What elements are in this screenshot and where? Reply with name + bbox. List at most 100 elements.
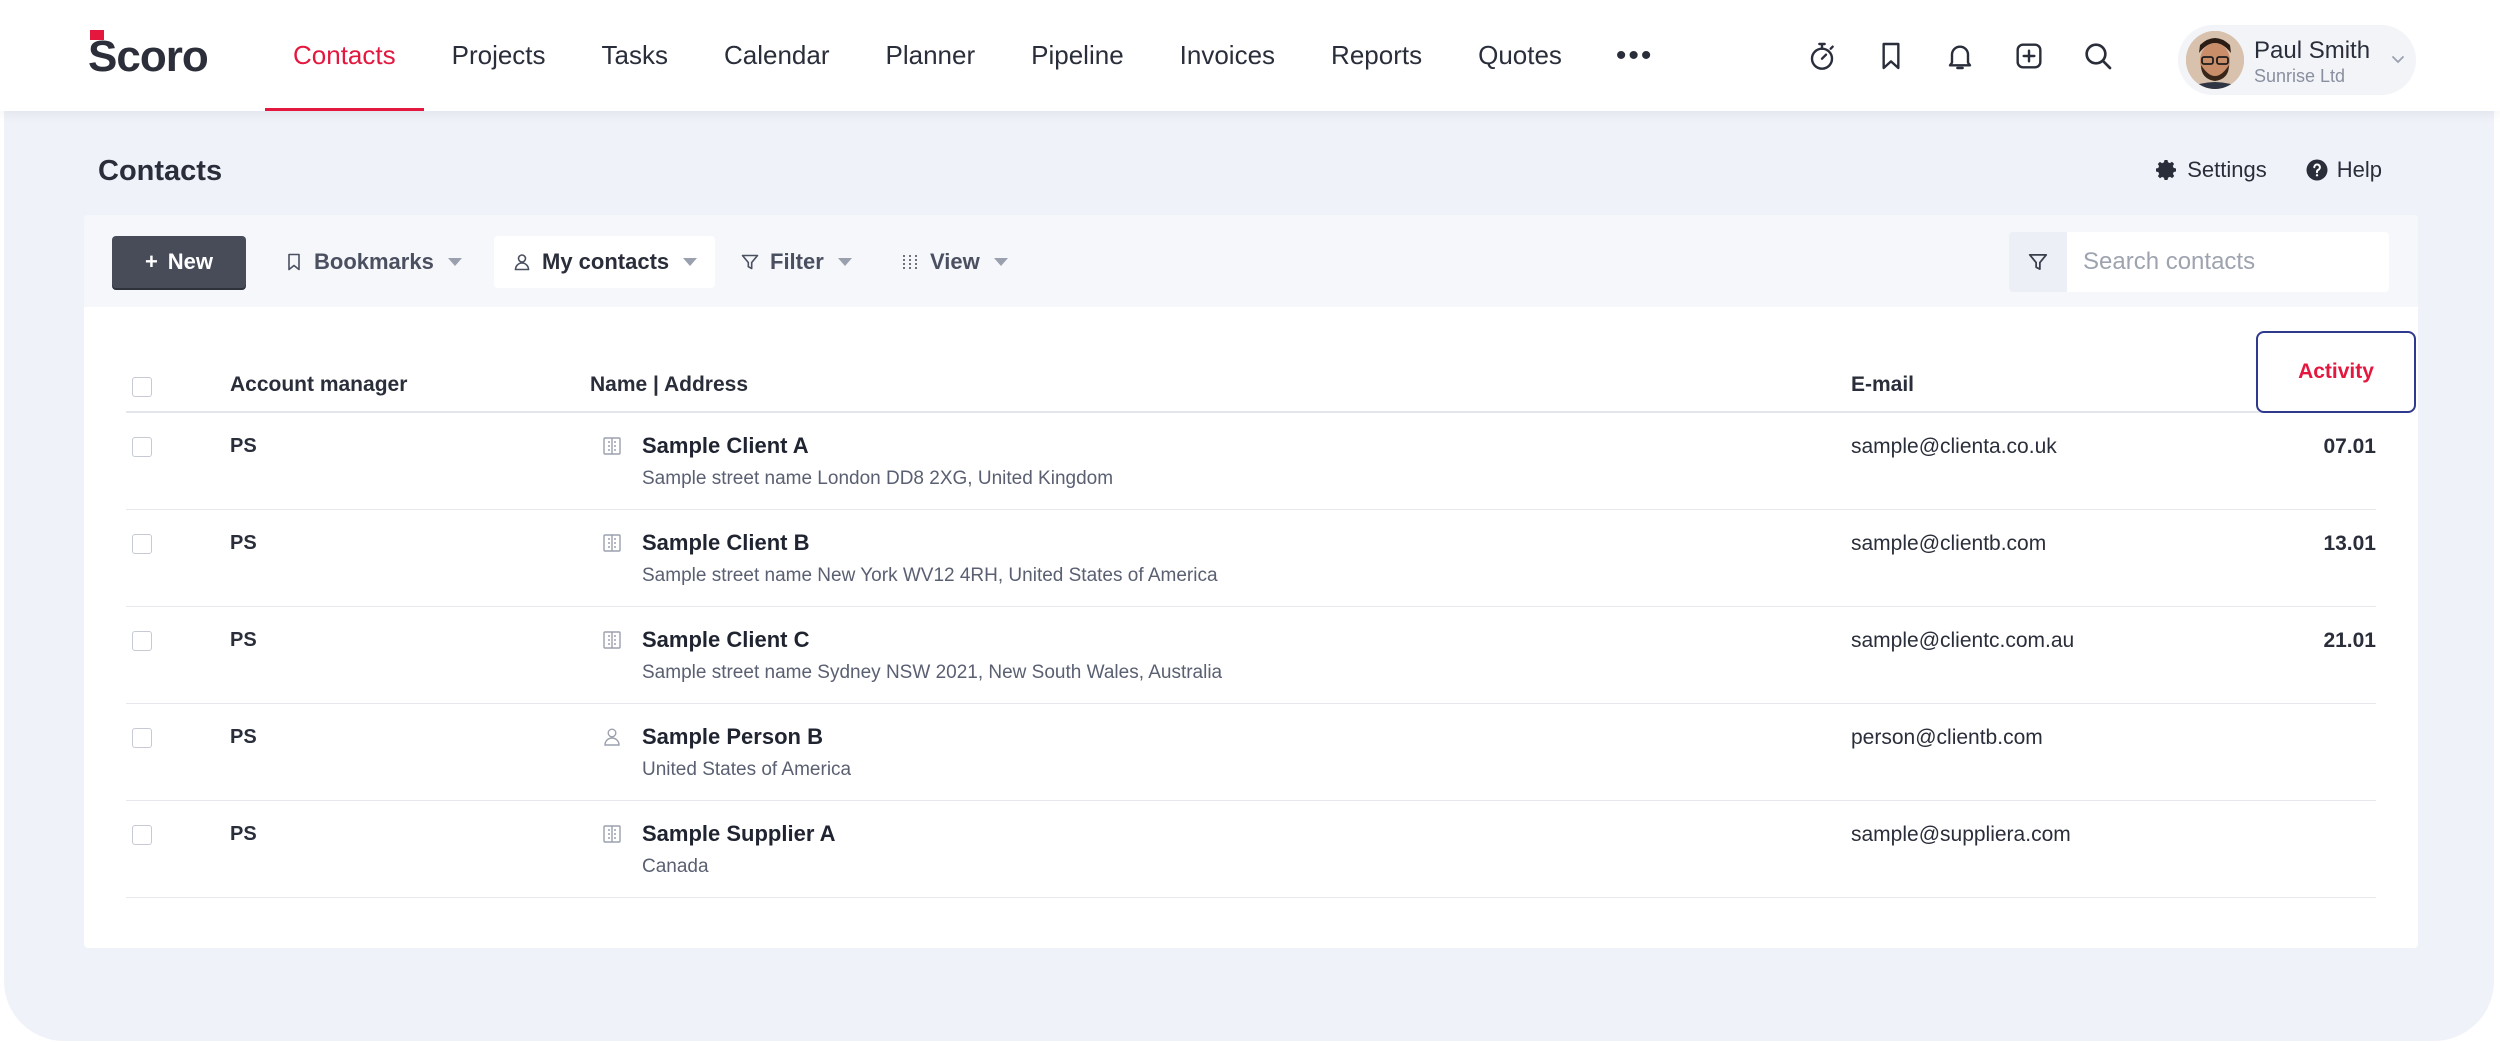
- bookmark-icon: [288, 253, 300, 271]
- nav-item-pipeline[interactable]: Pipeline: [1003, 0, 1152, 111]
- nav-item-label: Reports: [1331, 40, 1423, 70]
- contact-email[interactable]: sample@clientb.com: [1851, 532, 2046, 556]
- gear-icon: [2156, 160, 2177, 180]
- bookmarks-label: Bookmarks: [314, 249, 434, 274]
- row-checkbox[interactable]: [132, 631, 152, 651]
- row-checkbox[interactable]: [132, 534, 152, 554]
- column-header-activity-highlight[interactable]: Activity: [2256, 331, 2416, 413]
- user-company: Sunrise Ltd: [2254, 66, 2346, 86]
- timer-icon[interactable]: [1800, 34, 1844, 78]
- list-toolbar: + New Bookmarks My contacts Filter View …: [84, 215, 2418, 307]
- my-contacts-label: My contacts: [542, 249, 670, 274]
- person-icon: [604, 728, 620, 746]
- account-manager-cell: PS: [230, 532, 257, 554]
- nav-item-contacts[interactable]: Contacts: [265, 0, 424, 111]
- more-icon: •••: [1615, 38, 1654, 72]
- nav-item-projects[interactable]: Projects: [424, 0, 574, 111]
- bookmarks-dropdown[interactable]: Bookmarks: [284, 236, 462, 288]
- contact-name[interactable]: Sample Client B: [642, 530, 809, 556]
- account-manager-cell: PS: [230, 726, 257, 748]
- nav-item-label: Invoices: [1179, 40, 1276, 70]
- column-header-email[interactable]: E-mail: [1851, 373, 1914, 397]
- filter-icon: [2028, 253, 2048, 271]
- nav-item-label: Contacts: [293, 40, 396, 70]
- person-icon: [514, 254, 530, 271]
- column-header-account-manager[interactable]: Account manager: [230, 373, 407, 397]
- new-button[interactable]: + New: [112, 236, 246, 288]
- nav-item-reports[interactable]: Reports: [1303, 0, 1450, 111]
- contact-name[interactable]: Sample Client C: [642, 627, 809, 653]
- company-icon: [603, 534, 621, 552]
- my-contacts-dropdown[interactable]: My contacts: [494, 236, 716, 288]
- settings-link[interactable]: Settings: [2155, 157, 2267, 183]
- page-title: Contacts: [98, 155, 223, 187]
- account-manager-cell: PS: [230, 435, 257, 457]
- contact-address: Sample street name London DD8 2XG, Unite…: [642, 468, 1114, 489]
- filter-icon: [741, 254, 759, 270]
- main-content: Contacts Settings Help + New Bookmarks M…: [4, 111, 2494, 1041]
- column-header-name-address[interactable]: Name | Address: [590, 373, 748, 397]
- app-window: Scoro Contacts Projects Tasks Calendar P…: [0, 0, 2500, 1042]
- row-checkbox[interactable]: [132, 825, 152, 845]
- row-checkbox[interactable]: [132, 728, 152, 748]
- view-label: View: [930, 249, 980, 274]
- contact-email[interactable]: person@clientb.com: [1851, 726, 2043, 750]
- add-square-icon[interactable]: [2007, 34, 2051, 78]
- nav-item-label: Calendar: [724, 40, 830, 70]
- plus-icon: +: [144, 249, 158, 274]
- more-menu-button[interactable]: •••: [1590, 0, 1680, 111]
- filter-label: Filter: [770, 249, 824, 274]
- table-row[interactable]: PS Sample Person B United States of Amer…: [126, 704, 2376, 801]
- table-row[interactable]: PS Sample Client C Sample street name Sy…: [126, 607, 2376, 704]
- page-actions: Settings Help: [2117, 157, 2382, 183]
- user-name: Paul Smith: [2254, 37, 2371, 64]
- avatar: [2186, 31, 2244, 89]
- contact-name[interactable]: Sample Client A: [642, 433, 809, 459]
- search-filter-button[interactable]: [2009, 232, 2067, 292]
- nav-item-quotes[interactable]: Quotes: [1450, 0, 1590, 111]
- contact-email[interactable]: sample@clientc.com.au: [1851, 629, 2074, 653]
- account-manager-cell: PS: [230, 823, 257, 845]
- nav-item-label: Projects: [451, 40, 546, 70]
- account-manager-cell: PS: [230, 629, 257, 651]
- activity-date: 07.01: [2323, 435, 2376, 458]
- search-input[interactable]: [2067, 232, 2389, 292]
- table-row[interactable]: PS Sample Supplier A Canada sample@suppl…: [126, 801, 2376, 898]
- nav-item-label: Pipeline: [1031, 40, 1124, 70]
- contact-address: Sample street name Sydney NSW 2021, New …: [642, 662, 1223, 683]
- top-navigation-bar: Scoro Contacts Projects Tasks Calendar P…: [0, 0, 2500, 111]
- select-all-checkbox[interactable]: [132, 377, 152, 397]
- contact-email[interactable]: sample@clienta.co.uk: [1851, 435, 2057, 459]
- user-menu[interactable]: Paul Smith Sunrise Ltd: [2178, 25, 2416, 95]
- contact-name[interactable]: Sample Supplier A: [642, 821, 836, 847]
- bookmark-icon[interactable]: [1869, 34, 1913, 78]
- chevron-down-icon: [2392, 56, 2404, 64]
- filter-dropdown[interactable]: Filter: [740, 236, 852, 288]
- caret-down-icon: [837, 258, 852, 266]
- bell-icon[interactable]: [1938, 34, 1982, 78]
- nav-item-tasks[interactable]: Tasks: [574, 0, 696, 111]
- nav-item-planner[interactable]: Planner: [858, 0, 1004, 111]
- table-row[interactable]: PS Sample Client A Sample street name Lo…: [126, 413, 2376, 510]
- contacts-table: Account manager Name | Address E-mail Ac…: [126, 331, 2416, 898]
- caret-down-icon: [683, 258, 698, 266]
- nav-item-invoices[interactable]: Invoices: [1152, 0, 1303, 111]
- contact-address: United States of America: [642, 759, 852, 780]
- nav-item-label: Quotes: [1478, 40, 1562, 70]
- search-box: [2009, 232, 2389, 292]
- help-link[interactable]: Help: [2305, 157, 2382, 183]
- company-icon: [603, 825, 621, 843]
- view-dropdown[interactable]: View: [900, 236, 1008, 288]
- row-checkbox[interactable]: [132, 437, 152, 457]
- search-icon[interactable]: [2076, 34, 2120, 78]
- settings-label: Settings: [2187, 157, 2267, 182]
- table-row[interactable]: PS Sample Client B Sample street name Ne…: [126, 510, 2376, 607]
- logo-mark: [90, 30, 104, 40]
- nav-item-calendar[interactable]: Calendar: [696, 0, 858, 111]
- scoro-logo[interactable]: Scoro: [88, 30, 209, 82]
- contact-name[interactable]: Sample Person B: [642, 724, 823, 750]
- company-icon: [603, 631, 621, 649]
- contact-email[interactable]: sample@suppliera.com: [1851, 823, 2071, 847]
- nav-item-label: Planner: [885, 40, 976, 70]
- contact-address: Canada: [642, 856, 709, 877]
